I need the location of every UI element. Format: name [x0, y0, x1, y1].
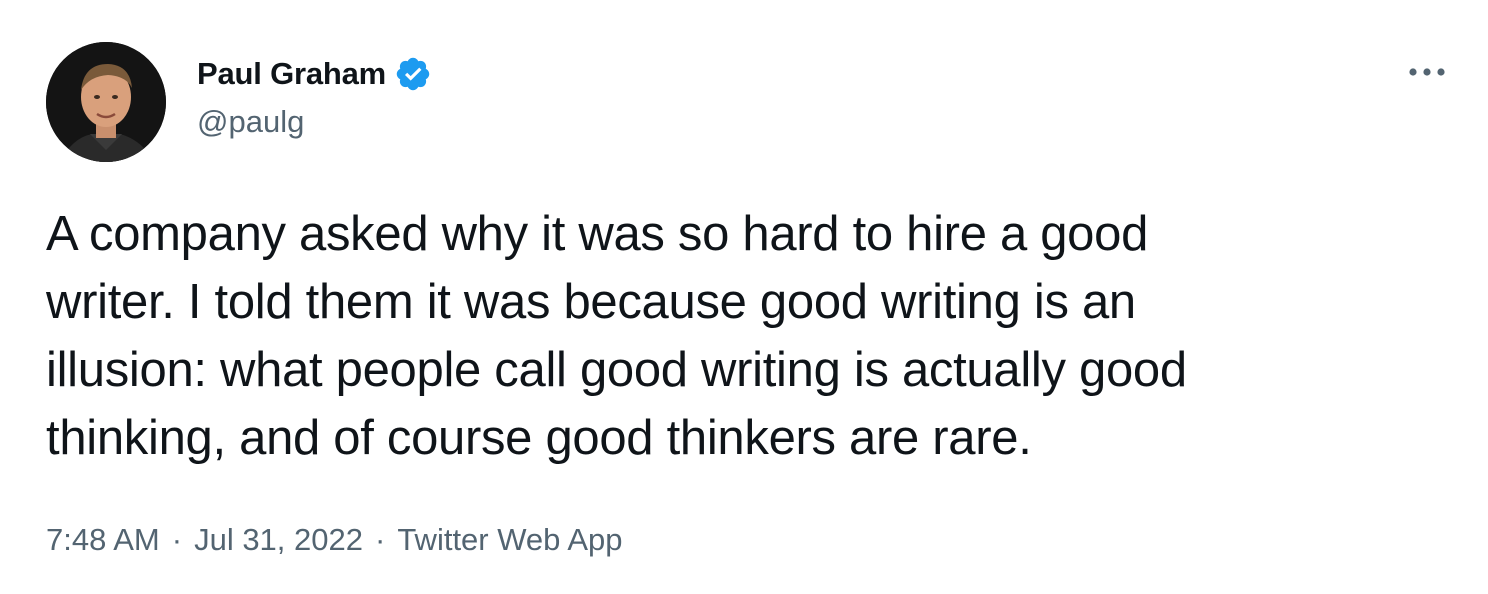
tweet-source-link[interactable]: Twitter Web App: [397, 522, 622, 558]
author-name-row: Paul Graham: [197, 52, 432, 96]
avatar[interactable]: [46, 42, 166, 162]
profile-photo-icon: [46, 42, 166, 162]
meta-separator: ·: [375, 522, 386, 557]
verified-badge-icon: [394, 55, 432, 93]
tweet-time-link[interactable]: 7:48 AM: [46, 522, 160, 558]
tweet-text: A company asked why it was so hard to hi…: [46, 207, 1187, 465]
author-handle[interactable]: @paulg: [197, 104, 304, 140]
more-horizontal-icon: [1409, 68, 1445, 76]
meta-separator: ·: [171, 522, 183, 557]
more-options-button[interactable]: [1404, 60, 1450, 84]
tweet-meta: 7:48 AM · Jul 31, 2022 · Twitter Web App: [46, 522, 622, 558]
tweet-card: Paul Graham @paulg A company asked why i…: [0, 0, 1488, 594]
author-display-name[interactable]: Paul Graham: [197, 56, 386, 92]
tweet-date-link[interactable]: Jul 31, 2022: [194, 522, 363, 558]
